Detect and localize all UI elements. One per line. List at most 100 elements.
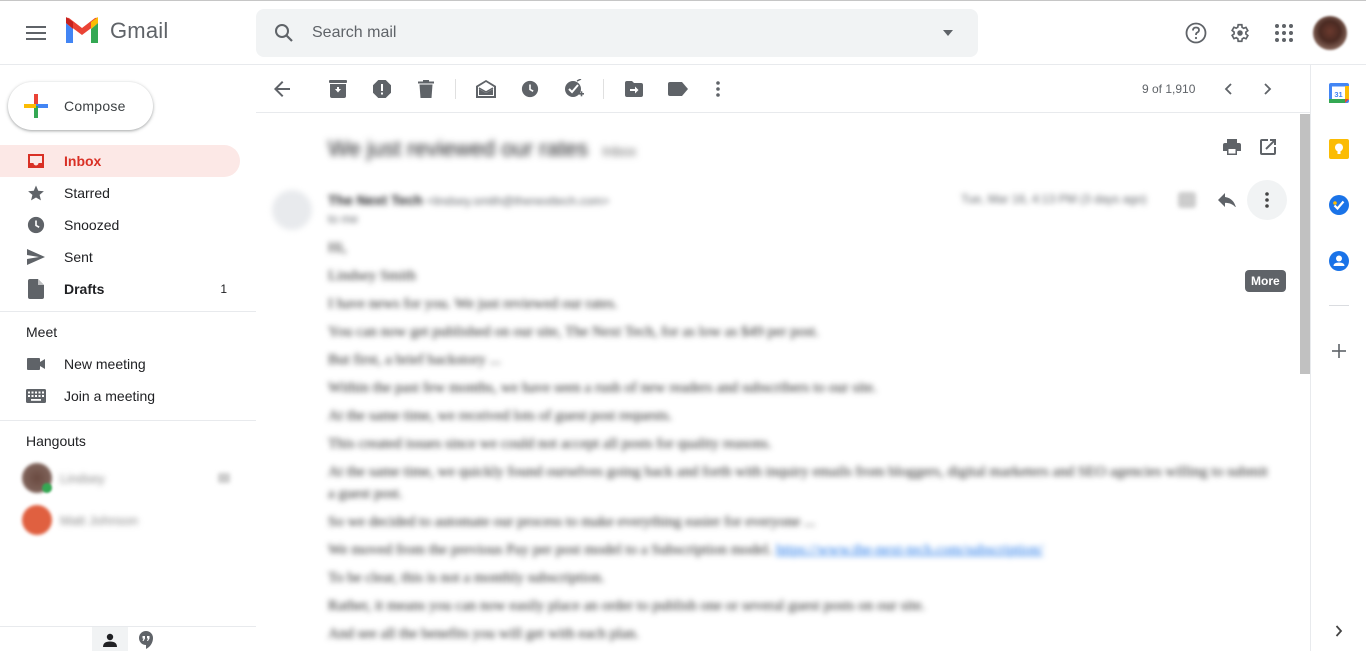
sidebar-item-snoozed[interactable]: Snoozed <box>0 209 240 241</box>
more-message-options-button[interactable] <box>1247 180 1287 220</box>
newer-button[interactable] <box>1208 69 1248 109</box>
contacts-app-button[interactable] <box>1319 241 1359 281</box>
open-in-new-icon <box>1260 139 1276 155</box>
body-line: So we decided to automate our process to… <box>328 514 816 530</box>
sidebar-item-label: Drafts <box>64 281 105 297</box>
chevron-right-icon <box>1335 625 1343 637</box>
sidebar-bottom-bar <box>0 626 256 651</box>
tasks-app-button[interactable] <box>1319 185 1359 225</box>
recipient-details[interactable]: to me <box>328 212 358 226</box>
more-vert-icon <box>1265 192 1269 208</box>
message-toolbar: 9 of 1,910 <box>256 65 1310 113</box>
calendar-icon: 31 <box>1329 83 1349 103</box>
scrollbar-thumb[interactable] <box>1300 114 1310 374</box>
compose-button[interactable]: Compose <box>8 82 153 130</box>
hangouts-icon <box>139 631 153 649</box>
side-panel-divider <box>1329 305 1349 306</box>
delete-icon <box>418 80 434 98</box>
label-icon <box>668 82 688 96</box>
reply-button[interactable] <box>1207 180 1247 220</box>
body-line: At the same time, we received lots of gu… <box>328 408 673 424</box>
drafts-count: 1 <box>220 282 227 296</box>
contact-name: Lindsey <box>60 471 105 486</box>
body-line: At the same time, we quickly found ourse… <box>328 464 1268 502</box>
message-scrollbar[interactable] <box>1299 114 1310 651</box>
subject-label: Inbox <box>602 143 637 159</box>
gmail-m-icon <box>66 17 98 43</box>
svg-text:31: 31 <box>1334 90 1342 99</box>
sender-name: The Next Tech <box>328 192 423 208</box>
online-status-indicator <box>42 483 52 493</box>
sidebar-item-sent[interactable]: Sent <box>0 241 240 273</box>
apps-grid-icon <box>1275 24 1293 42</box>
show-side-panel-button[interactable] <box>1319 611 1359 651</box>
keep-icon <box>1329 139 1349 159</box>
clock-icon <box>26 215 46 235</box>
add-to-tasks-icon <box>565 79 584 97</box>
hamburger-menu-icon <box>26 26 46 40</box>
google-apps-button[interactable] <box>1264 13 1304 53</box>
hangouts-contact[interactable]: Matt Johnson <box>0 501 256 545</box>
mail-folders: Inbox Starred Snoozed Sent Drafts 1 Meet… <box>0 145 256 545</box>
delete-button[interactable] <box>406 69 446 109</box>
sidebar-item-label: Inbox <box>64 153 102 169</box>
calendar-app-button[interactable]: 31 <box>1319 73 1359 113</box>
star-message-icon[interactable] <box>1178 192 1196 208</box>
body-line: But first, a brief backstory ... <box>328 352 501 368</box>
main-menu-button[interactable] <box>12 9 60 57</box>
search-button[interactable] <box>260 9 308 57</box>
get-add-ons-button[interactable] <box>1319 331 1359 371</box>
keep-app-button[interactable] <box>1319 129 1359 169</box>
hangout-action-icon[interactable] <box>218 473 230 483</box>
search-bar[interactable] <box>256 9 978 57</box>
subject-text: We just reviewed our rates <box>328 136 589 161</box>
message-date: Tue, Mar 16, 4:13 PM (3 days ago) <box>961 192 1147 206</box>
settings-button[interactable] <box>1220 13 1260 53</box>
subscription-link[interactable]: https://www.the-next-tech.com/subscripti… <box>776 542 1043 558</box>
sender-avatar[interactable] <box>272 190 312 230</box>
search-icon <box>275 24 293 42</box>
older-button[interactable] <box>1248 69 1288 109</box>
print-all-button[interactable] <box>1212 127 1252 167</box>
body-line: Within the past few months, we have seen… <box>328 380 877 396</box>
contacts-tab-button[interactable] <box>92 627 128 651</box>
left-sidebar: Compose Inbox Starred Snoozed Sent Draft… <box>0 65 256 651</box>
move-to-button[interactable] <box>614 69 654 109</box>
toolbar-separator <box>603 79 604 99</box>
pagination-count: 9 of 1,910 <box>1142 82 1196 96</box>
sidebar-item-inbox[interactable]: Inbox <box>0 145 240 177</box>
gmail-logo[interactable]: Gmail <box>64 17 168 45</box>
sidebar-item-starred[interactable]: Starred <box>0 177 240 209</box>
mark-unread-button[interactable] <box>466 69 506 109</box>
search-options-button[interactable] <box>924 9 972 57</box>
account-avatar[interactable] <box>1313 16 1347 50</box>
snooze-icon <box>521 80 539 98</box>
back-button[interactable] <box>262 69 302 109</box>
sidebar-item-new-meeting[interactable]: New meeting <box>0 348 240 380</box>
sidebar-item-join-meeting[interactable]: Join a meeting <box>0 380 240 412</box>
star-icon <box>26 183 46 203</box>
body-line: I have news for you. We just reviewed ou… <box>328 296 618 312</box>
label-button[interactable] <box>658 69 698 109</box>
add-to-tasks-button[interactable] <box>554 69 594 109</box>
snooze-button[interactable] <box>510 69 550 109</box>
search-input[interactable] <box>312 24 924 42</box>
archive-icon <box>329 80 347 98</box>
compose-label: Compose <box>64 98 126 114</box>
open-in-new-window-button[interactable] <box>1248 127 1288 167</box>
hangouts-contact[interactable]: Lindsey <box>0 457 256 501</box>
print-icon <box>1223 139 1241 155</box>
archive-button[interactable] <box>318 69 358 109</box>
report-spam-icon <box>373 80 391 98</box>
hangouts-tab-button[interactable] <box>136 629 156 651</box>
support-button[interactable] <box>1176 13 1216 53</box>
caret-down-icon <box>943 30 953 36</box>
more-actions-button[interactable] <box>698 69 738 109</box>
message-body: Hi, Lindsey Smith I have news for you. W… <box>328 234 1278 648</box>
sidebar-item-drafts[interactable]: Drafts 1 <box>0 273 240 305</box>
body-line-with-link: We moved from the previous Pay per post … <box>328 536 1278 564</box>
body-line: You can now get published on our site, T… <box>328 324 819 340</box>
body-line: Hi, <box>328 240 347 256</box>
sidebar-divider <box>0 420 256 421</box>
report-spam-button[interactable] <box>362 69 402 109</box>
